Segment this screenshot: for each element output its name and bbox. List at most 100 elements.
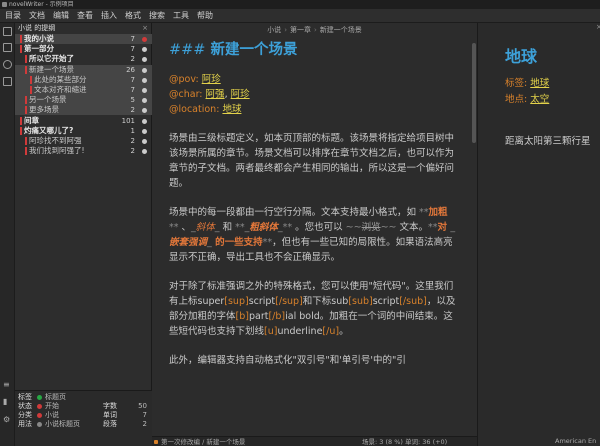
stat-label: 段落	[103, 420, 117, 428]
project-tree-icon[interactable]	[3, 27, 12, 36]
status-dot-icon	[142, 57, 147, 63]
detail-label: 标签	[18, 393, 32, 401]
meta-key: @pov:	[169, 74, 199, 85]
viewer-tag-line: 标签: 地球	[505, 78, 550, 89]
viewer-link[interactable]: 太空	[530, 94, 549, 105]
outline-row-count: 2	[130, 147, 135, 156]
novel-outline-panel: 小说 的提纲 × 我的小说 7 第一部分 7 所以它开始了 2 新建一个场景 26 此处的某些部…	[15, 23, 152, 446]
outline-row[interactable]: 更多场景 2	[15, 105, 152, 116]
settings-icon[interactable]: ⚙	[3, 416, 12, 424]
meta-line: @pov: 阿珍	[169, 72, 457, 87]
status-dot-icon	[142, 118, 147, 124]
menu-document[interactable]: 文档	[29, 10, 45, 21]
menu-view[interactable]: 查看	[77, 10, 93, 21]
outline-row[interactable]: 间章 101	[15, 116, 152, 126]
outline-level-bar	[30, 86, 32, 94]
meta-tag-link[interactable]: 阿强	[206, 89, 225, 100]
outline-row[interactable]: 文本对齐和缩进 7	[15, 85, 152, 95]
heading-marker: ###	[169, 42, 206, 58]
breadcrumb-root: 小说	[267, 26, 282, 34]
meta-tag-link[interactable]: 地球	[222, 104, 241, 115]
outline-row-count: 2	[130, 137, 135, 145]
scene-heading: ### 新建一个场景	[169, 40, 457, 60]
outline-level-bar	[25, 65, 27, 74]
outline-row-label: 我们找到阿强了!	[29, 146, 85, 156]
breadcrumb-chapter: 第一章	[290, 26, 311, 34]
menu-help[interactable]: 帮助	[197, 10, 213, 21]
status-dot-icon	[142, 149, 147, 155]
menu-bar: 目录 文档 编辑 查看 插入 格式 搜索 工具 帮助	[0, 9, 600, 23]
outline-row[interactable]: 我们找到阿强了! 2	[15, 146, 152, 156]
scene-meta: @pov: 阿珍 @char: 阿强, 阿珍 @location: 地球	[169, 72, 457, 117]
paragraph: 场景由三级标题定义，如本页顶部的标题。该场景将指定给项目树中该场景所属的章节。场…	[169, 133, 455, 189]
breadcrumb: 小说 › 第一章 › 新建一个场景	[267, 26, 362, 34]
detail-value: 标题页	[45, 393, 66, 401]
outline-row-label: 更多场景	[29, 105, 59, 115]
menu-tools[interactable]: 工具	[173, 10, 189, 21]
list-icon[interactable]: ≡	[3, 381, 12, 389]
status-dot-icon	[142, 128, 147, 134]
outline-header: 小说 的提纲 ×	[15, 23, 151, 34]
outline-row[interactable]: 另一个场景 5	[15, 95, 152, 106]
outline-row-count: 7	[130, 35, 135, 43]
editor-scrollbar[interactable]	[472, 43, 476, 143]
window-title: novelWriter - 示例项目	[9, 1, 74, 8]
meta-tag-link[interactable]: 阿珍	[231, 89, 250, 100]
status-location: 第一次修改编 / 新建一个场景	[161, 438, 246, 446]
outline-row[interactable]: 我的小说 7	[15, 34, 152, 44]
status-dot-icon	[142, 139, 147, 144]
menu-search[interactable]: 搜索	[149, 10, 165, 21]
status-dot-icon	[37, 395, 42, 400]
outline-row[interactable]: 此处的某些部分 7	[15, 74, 152, 85]
outline-level-bar	[20, 116, 22, 125]
status-counts: 场景: 3 (8 %) 单词: 36 (+0)	[362, 438, 448, 446]
outline-row-label: 我的小说	[24, 34, 54, 43]
outline-icon[interactable]	[3, 77, 12, 86]
meta-key: @char:	[169, 89, 203, 100]
document-editor[interactable]: 小说 › 第一章 › 新建一个场景 ### 新建一个场景 @pov: 阿珍 @char: …	[152, 23, 477, 446]
detail-value: 开始	[45, 402, 59, 410]
meta-tag-link[interactable]: 阿珍	[202, 74, 221, 85]
menu-project[interactable]: 目录	[5, 10, 21, 21]
detail-value: 小说标题页	[45, 420, 80, 428]
detail-label: 用法	[18, 420, 32, 428]
status-dot-icon	[142, 67, 147, 73]
outline-row-label: 所以它开始了	[29, 54, 74, 64]
menu-edit[interactable]: 编辑	[53, 10, 69, 21]
meta-line: @char: 阿强, 阿珍	[169, 89, 250, 100]
stat-value: 2	[142, 420, 147, 428]
novel-view-icon[interactable]	[3, 43, 12, 52]
status-dot-icon	[37, 413, 42, 418]
outline-row[interactable]: 第一部分 7	[15, 44, 152, 54]
outline-row[interactable]: 阿珍找不到阿强 2	[15, 136, 152, 146]
status-icon	[154, 440, 158, 444]
outline-row-count: 101	[121, 116, 135, 125]
menu-format[interactable]: 格式	[125, 10, 141, 21]
viewer-location-line: 地点: 太空	[505, 94, 550, 105]
item-details-panel: 标签 标题页 状态 开始 分类 小说 用法 小说标题页 字数 50 单词 7 段落 2	[15, 390, 152, 446]
outline-row-count: 7	[130, 86, 135, 94]
stat-value: 7	[142, 411, 147, 419]
outline-row[interactable]: 新建一个场景 26	[15, 64, 152, 75]
outline-level-bar	[25, 137, 27, 145]
outline-row[interactable]: 所以它开始了 2	[15, 54, 152, 64]
outline-row-count: 7	[130, 75, 135, 84]
search-icon[interactable]	[3, 60, 12, 69]
editor-text[interactable]: ### 新建一个场景 @pov: 阿珍 @char: 阿强, 阿珍 @locatio…	[169, 39, 457, 368]
stats-icon[interactable]: ▮	[3, 398, 12, 406]
viewer-description: 距离太阳第三颗行星	[505, 136, 591, 147]
close-icon[interactable]: ×	[596, 23, 600, 31]
breadcrumb-scene: 新建一个场景	[319, 26, 362, 34]
outline-level-bar	[20, 45, 22, 54]
status-dot-icon	[142, 88, 147, 93]
status-bar: 第一次修改编 / 新建一个场景 场景: 3 (8 %) 单词: 36 (+0)	[152, 436, 477, 446]
document-viewer: × 地球 标签: 地球 地点: 太空 距离太阳第三颗行星 American En	[477, 23, 600, 446]
status-dot-icon	[37, 404, 42, 409]
outline-row[interactable]: 灼痛又哪儿了? 1	[15, 126, 152, 136]
paragraph-shortcodes: 对于除了标准强调之外的特殊格式，您可以使用"短代码"。这里我们有上标super[…	[169, 281, 456, 337]
outline-level-bar	[25, 147, 27, 156]
close-icon[interactable]: ×	[142, 23, 148, 34]
menu-insert[interactable]: 插入	[101, 10, 117, 21]
outline-level-bar	[25, 55, 27, 64]
outline-row-count: 26	[126, 65, 135, 74]
